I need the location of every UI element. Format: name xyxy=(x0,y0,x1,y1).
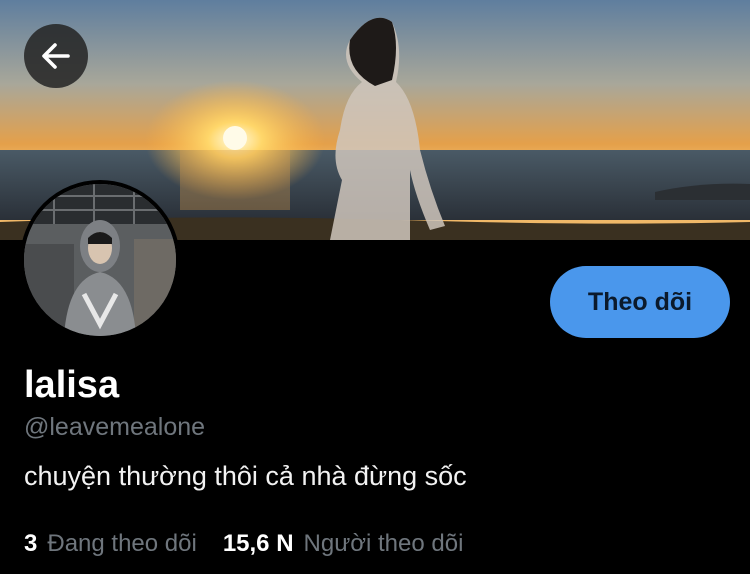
profile-bio: chuyện thường thôi cả nhà đừng sốc xyxy=(24,461,467,491)
follow-button[interactable]: Theo dõi xyxy=(550,266,730,338)
following-stat[interactable]: 3 Đang theo dõi xyxy=(24,528,197,560)
followers-label: Người theo dõi xyxy=(303,530,464,557)
followers-stat[interactable]: 15,6 N Người theo dõi xyxy=(223,528,464,560)
back-button[interactable] xyxy=(24,24,88,88)
profile-display-name: lalisa xyxy=(24,364,120,406)
arrow-left-icon xyxy=(42,43,70,69)
avatar[interactable] xyxy=(20,180,180,340)
following-count: 3 xyxy=(24,530,38,557)
followers-count: 15,6 N xyxy=(222,530,294,557)
following-label: Đang theo dõi xyxy=(47,530,197,557)
profile-stats: 3 Đang theo dõi 15,6 N Người theo dõi xyxy=(24,528,489,560)
avatar-image xyxy=(24,184,176,336)
profile-handle: @leavemealone xyxy=(24,413,206,441)
